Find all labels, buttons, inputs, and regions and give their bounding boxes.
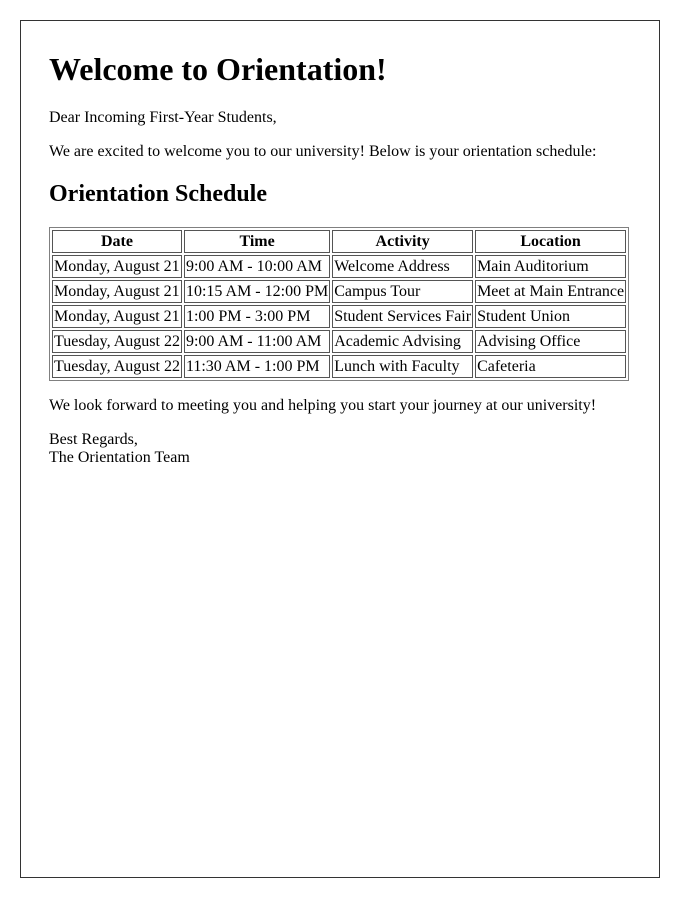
cell-date: Monday, August 21	[52, 255, 182, 278]
cell-activity: Welcome Address	[332, 255, 474, 278]
table-row: Tuesday, August 22 11:30 AM - 1:00 PM Lu…	[52, 355, 627, 378]
intro-paragraph: We are excited to welcome you to our uni…	[49, 143, 597, 160]
cell-date: Tuesday, August 22	[52, 355, 182, 378]
table-header-row: Date Time Activity Location	[52, 230, 627, 253]
cell-activity: Academic Advising	[332, 330, 474, 353]
table-row: Monday, August 21 1:00 PM - 3:00 PM Stud…	[52, 305, 627, 328]
cell-location: Student Union	[475, 305, 627, 328]
letter-container: Welcome to Orientation! Dear Incoming Fi…	[20, 20, 660, 878]
cell-date: Monday, August 21	[52, 280, 182, 303]
signature: The Orientation Team	[49, 449, 190, 466]
signoff: Best Regards,	[49, 431, 138, 448]
schedule-heading: Orientation Schedule	[49, 181, 268, 207]
cell-location: Meet at Main Entrance	[475, 280, 627, 303]
cell-time: 9:00 AM - 10:00 AM	[183, 255, 331, 278]
greeting: Dear Incoming First-Year Students,	[49, 109, 277, 126]
cell-date: Tuesday, August 22	[52, 330, 182, 353]
header-time: Time	[183, 230, 331, 253]
table-row: Monday, August 21 10:15 AM - 12:00 PM Ca…	[52, 280, 627, 303]
cell-time: 9:00 AM - 11:00 AM	[183, 330, 331, 353]
header-location: Location	[475, 230, 627, 253]
cell-activity: Lunch with Faculty	[332, 355, 474, 378]
table-row: Tuesday, August 22 9:00 AM - 11:00 AM Ac…	[52, 330, 627, 353]
closing-paragraph: We look forward to meeting you and helpi…	[49, 397, 597, 414]
page-title: Welcome to Orientation!	[49, 51, 387, 87]
signature-block: Best Regards, The Orientation Team	[49, 431, 631, 467]
cell-activity: Student Services Fair	[332, 305, 474, 328]
cell-time: 11:30 AM - 1:00 PM	[183, 355, 331, 378]
cell-time: 1:00 PM - 3:00 PM	[183, 305, 331, 328]
schedule-table: Date Time Activity Location Monday, Augu…	[49, 227, 630, 381]
table-row: Monday, August 21 9:00 AM - 10:00 AM Wel…	[52, 255, 627, 278]
cell-time: 10:15 AM - 12:00 PM	[183, 280, 331, 303]
header-date: Date	[52, 230, 182, 253]
header-activity: Activity	[332, 230, 474, 253]
cell-location: Main Auditorium	[475, 255, 627, 278]
cell-location: Advising Office	[475, 330, 627, 353]
cell-date: Monday, August 21	[52, 305, 182, 328]
cell-location: Cafeteria	[475, 355, 627, 378]
cell-activity: Campus Tour	[332, 280, 474, 303]
